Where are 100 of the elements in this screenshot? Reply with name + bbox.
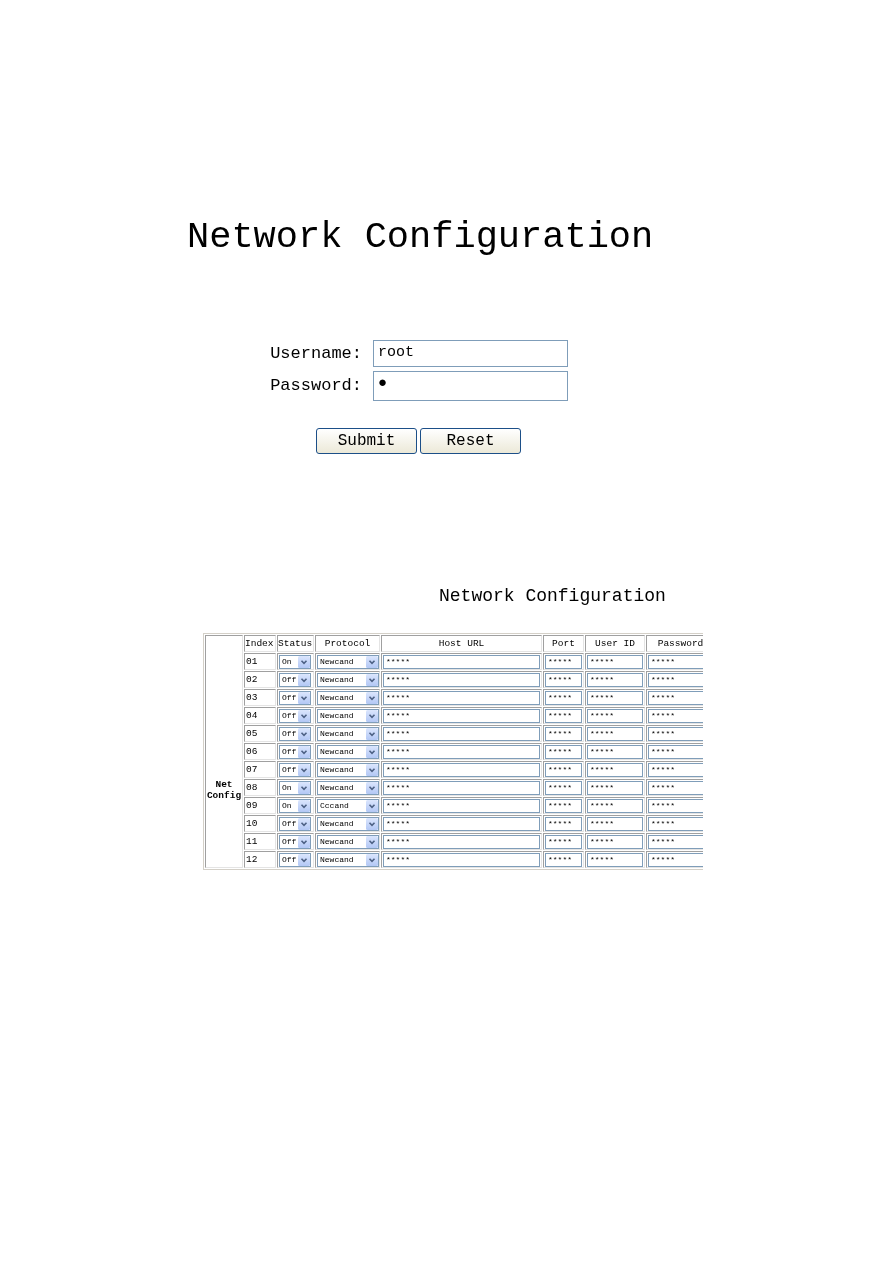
page-title: Network Configuration — [187, 219, 654, 256]
submit-button[interactable]: Submit — [316, 428, 417, 454]
protocol-select[interactable]: Newcand — [317, 744, 379, 759]
status-select[interactable]: Off — [279, 690, 311, 705]
password-field[interactable]: ***** — [648, 708, 703, 723]
status-select[interactable]: Off — [279, 762, 311, 777]
port-field[interactable]: ***** — [545, 708, 582, 723]
host-url-field[interactable]: ***** — [383, 672, 540, 687]
column-header: Protocol — [315, 635, 380, 652]
protocol-select[interactable]: Newcand — [317, 690, 379, 705]
status-select[interactable]: Off — [279, 708, 311, 723]
protocol-select[interactable]: Newcand — [317, 672, 379, 687]
port-field[interactable]: ***** — [545, 654, 582, 669]
port-field[interactable]: ***** — [545, 744, 582, 759]
host-url-field[interactable]: ***** — [383, 744, 540, 759]
password-field[interactable]: ● — [373, 371, 568, 401]
status-select[interactable]: Off — [279, 834, 311, 849]
index-cell: 07 — [244, 761, 276, 778]
row-group-label: Net Config — [206, 778, 242, 801]
user-id-field[interactable]: ***** — [587, 654, 643, 669]
protocol-select[interactable]: Newcand — [317, 726, 379, 741]
index-cell: 08 — [244, 779, 276, 796]
index-cell: 04 — [244, 707, 276, 724]
port-field[interactable]: ***** — [545, 780, 582, 795]
field-label: Password: — [269, 376, 362, 396]
host-url-field[interactable]: ***** — [383, 852, 540, 867]
field-label: Username: — [269, 343, 362, 364]
protocol-select[interactable]: Newcand — [317, 708, 379, 723]
index-cell: 06 — [244, 743, 276, 760]
index-cell: 01 — [244, 653, 276, 670]
username-field[interactable]: root — [373, 340, 568, 367]
password-field[interactable]: ***** — [648, 762, 703, 777]
user-id-field[interactable]: ***** — [587, 726, 643, 741]
column-header: Password — [646, 635, 703, 652]
user-id-field[interactable]: ***** — [587, 708, 643, 723]
port-field[interactable]: ***** — [545, 726, 582, 741]
port-field[interactable]: ***** — [545, 834, 582, 849]
password-field[interactable]: ***** — [648, 690, 703, 705]
user-id-field[interactable]: ***** — [587, 690, 643, 705]
index-cell: 10 — [244, 815, 276, 832]
user-id-field[interactable]: ***** — [587, 816, 643, 831]
column-header: User ID — [585, 635, 645, 652]
protocol-select[interactable]: Newcand — [317, 762, 379, 777]
port-field[interactable]: ***** — [545, 690, 582, 705]
protocol-select[interactable]: Newcand — [317, 816, 379, 831]
password-field[interactable]: ***** — [648, 852, 703, 867]
host-url-field[interactable]: ***** — [383, 816, 540, 831]
port-field[interactable]: ***** — [545, 672, 582, 687]
port-field[interactable]: ***** — [545, 762, 582, 777]
protocol-select[interactable]: Newcand — [317, 780, 379, 795]
status-select[interactable]: Off — [279, 726, 311, 741]
password-field[interactable]: ***** — [648, 744, 703, 759]
status-select[interactable]: Off — [279, 816, 311, 831]
password-field[interactable]: ***** — [648, 672, 703, 687]
password-field[interactable]: ***** — [648, 654, 703, 669]
host-url-field[interactable]: ***** — [383, 798, 540, 813]
index-cell: 11 — [244, 833, 276, 850]
protocol-select[interactable]: Newcand — [317, 852, 379, 867]
status-select[interactable]: Off — [279, 744, 311, 759]
user-id-field[interactable]: ***** — [587, 672, 643, 687]
section-title: Network Configuration — [439, 585, 666, 607]
protocol-select[interactable]: Newcand — [317, 834, 379, 849]
reset-button[interactable]: Reset — [420, 428, 521, 454]
status-select[interactable]: On — [279, 780, 311, 795]
column-header: Status — [277, 635, 314, 652]
column-header: Port — [543, 635, 584, 652]
user-id-field[interactable]: ***** — [587, 762, 643, 777]
status-select[interactable]: On — [279, 798, 311, 813]
host-url-field[interactable]: ***** — [383, 834, 540, 849]
host-url-field[interactable]: ***** — [383, 654, 540, 669]
host-url-field[interactable]: ***** — [383, 780, 540, 795]
port-field[interactable]: ***** — [545, 798, 582, 813]
port-field[interactable]: ***** — [545, 816, 582, 831]
index-cell: 02 — [244, 671, 276, 688]
protocol-select[interactable]: Newcand — [317, 654, 379, 669]
index-cell: 05 — [244, 725, 276, 742]
status-select[interactable]: On — [279, 654, 311, 669]
status-select[interactable]: Off — [279, 672, 311, 687]
user-id-field[interactable]: ***** — [587, 834, 643, 849]
user-id-field[interactable]: ***** — [587, 780, 643, 795]
user-id-field[interactable]: ***** — [587, 852, 643, 867]
port-field[interactable]: ***** — [545, 852, 582, 867]
host-url-field[interactable]: ***** — [383, 726, 540, 741]
user-id-field[interactable]: ***** — [587, 744, 643, 759]
host-url-field[interactable]: ***** — [383, 708, 540, 723]
index-cell: 12 — [244, 851, 276, 868]
host-url-field[interactable]: ***** — [383, 690, 540, 705]
column-header: Host URL — [381, 635, 542, 652]
password-field[interactable]: ***** — [648, 816, 703, 831]
password-field[interactable]: ***** — [648, 780, 703, 795]
password-field[interactable]: ***** — [648, 726, 703, 741]
index-cell: 03 — [244, 689, 276, 706]
password-field[interactable]: ***** — [648, 798, 703, 813]
protocol-select[interactable]: Cccand — [317, 798, 379, 813]
password-field[interactable]: ***** — [648, 834, 703, 849]
host-url-field[interactable]: ***** — [383, 762, 540, 777]
user-id-field[interactable]: ***** — [587, 798, 643, 813]
status-select[interactable]: Off — [279, 852, 311, 867]
index-cell: 09 — [244, 797, 276, 814]
column-header: Index — [244, 635, 276, 652]
